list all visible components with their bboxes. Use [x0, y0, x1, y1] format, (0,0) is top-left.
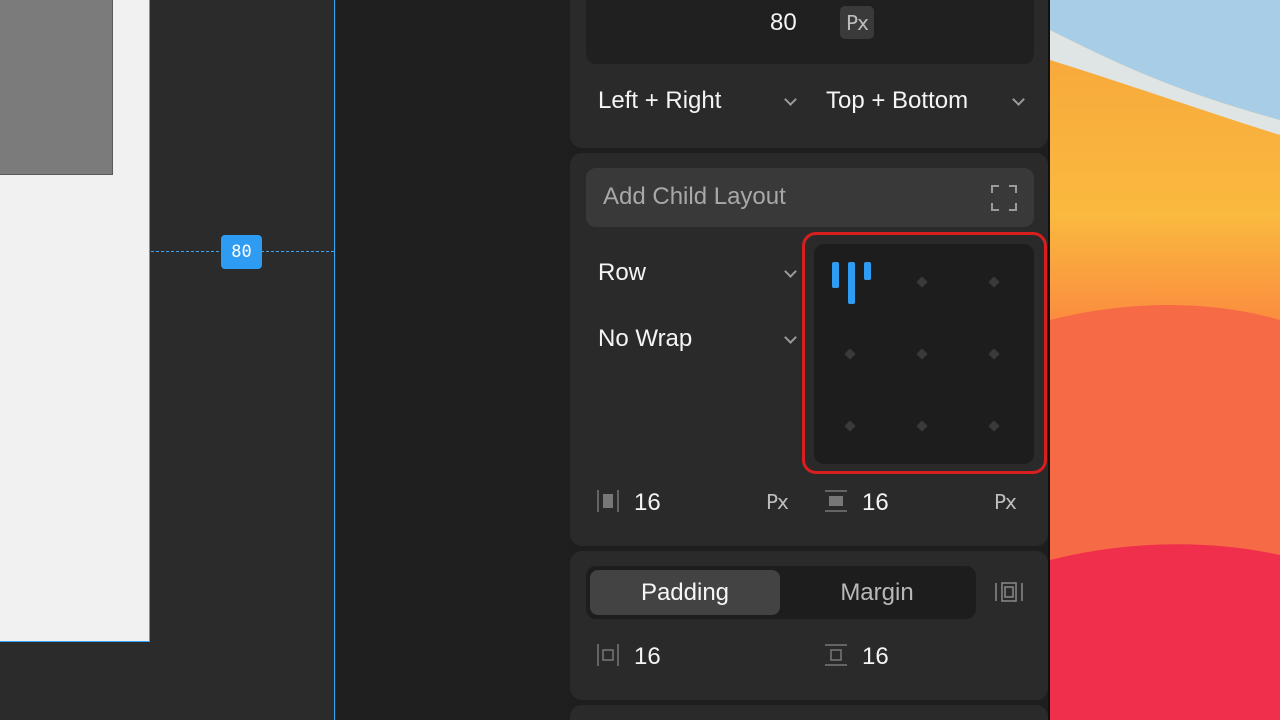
- wrap-select[interactable]: No Wrap: [598, 325, 798, 361]
- row-gap-icon: [825, 490, 847, 512]
- tab-padding[interactable]: Padding: [590, 570, 780, 615]
- child-element[interactable]: [0, 0, 113, 175]
- size-value[interactable]: 80: [770, 9, 797, 37]
- layout-card: Add Child Layout Row No Wrap 16 Px 16 Px: [570, 153, 1048, 546]
- row-gap-value[interactable]: 16: [862, 489, 889, 517]
- padding-margin-toggle[interactable]: Padding Margin: [586, 566, 976, 619]
- canvas-gutter: [336, 0, 568, 720]
- artboard-frame[interactable]: [0, 0, 150, 642]
- chevron-down-icon: [784, 93, 797, 106]
- column-gap-unit[interactable]: Px: [766, 490, 789, 514]
- padding-sides-icon[interactable]: [994, 577, 1024, 607]
- expand-icon[interactable]: [990, 184, 1018, 212]
- row-gap-field[interactable]: 16 Px: [824, 487, 1024, 519]
- horizontal-constraint-select[interactable]: Left + Right: [598, 87, 798, 123]
- design-canvas[interactable]: 80: [0, 0, 568, 720]
- row-gap-unit[interactable]: Px: [994, 490, 1017, 514]
- padding-horizontal-value[interactable]: 16: [634, 643, 661, 671]
- chevron-down-icon: [1012, 93, 1025, 106]
- padding-vertical-icon: [825, 644, 847, 666]
- vertical-constraint-select[interactable]: Top + Bottom: [826, 87, 1026, 123]
- padding-horizontal-icon: [597, 644, 619, 666]
- selection-guide-line: [334, 0, 335, 720]
- size-field[interactable]: 80 Px: [586, 0, 1034, 64]
- padding-vertical-value[interactable]: 16: [862, 643, 889, 671]
- tab-margin[interactable]: Margin: [782, 570, 972, 615]
- desktop-wallpaper: [1050, 0, 1280, 720]
- direction-select[interactable]: Row: [598, 259, 798, 295]
- vertical-constraint-label: Top + Bottom: [826, 87, 969, 114]
- wallpaper-waves: [1050, 0, 1280, 720]
- direction-label: Row: [598, 259, 647, 286]
- chevron-down-icon: [784, 331, 797, 344]
- chevron-down-icon: [784, 265, 797, 278]
- padding-horizontal-field[interactable]: 16: [596, 641, 796, 673]
- spacing-measure-badge: 80: [221, 235, 262, 269]
- size-unit-label: Px: [846, 10, 869, 35]
- properties-panel: 80 Px Left + Right Top + Bottom Add Chil…: [568, 0, 1050, 720]
- alignment-highlight-annotation: [802, 232, 1047, 474]
- spacing-card: Padding Margin 16 16: [570, 551, 1048, 700]
- column-gap-field[interactable]: 16 Px: [596, 487, 796, 519]
- size-unit-button[interactable]: Px: [840, 6, 874, 39]
- padding-vertical-field[interactable]: 16: [824, 641, 1024, 673]
- next-section-card: [570, 705, 1048, 720]
- column-gap-value[interactable]: 16: [634, 489, 661, 517]
- column-gap-icon: [597, 490, 619, 512]
- add-child-layout-label: Add Child Layout: [603, 183, 786, 210]
- wrap-label: No Wrap: [598, 325, 693, 352]
- add-child-layout-button[interactable]: Add Child Layout: [586, 168, 1034, 227]
- size-constraints-card: 80 Px Left + Right Top + Bottom: [570, 0, 1048, 148]
- horizontal-constraint-label: Left + Right: [598, 87, 722, 114]
